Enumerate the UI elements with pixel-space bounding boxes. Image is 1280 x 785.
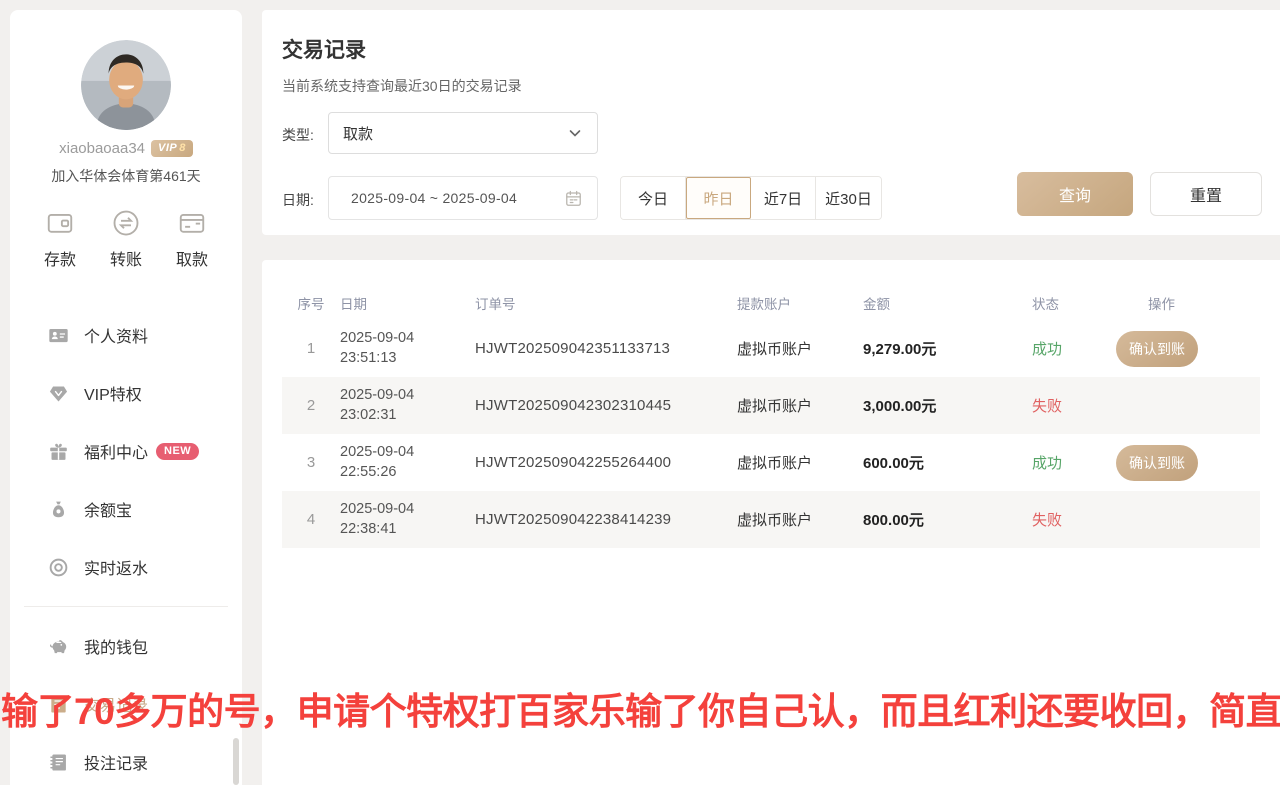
cell-order-number: HJWT202509042302310445 (475, 397, 737, 414)
bank-card-icon (174, 208, 210, 238)
sidebar-item-transaction-records[interactable]: 交易记录 (10, 675, 242, 733)
cell-withdraw-account: 虚拟币账户 (737, 395, 863, 416)
col-header-no: 序号 (282, 293, 340, 313)
cell-order-number: HJWT202509042255264400 (475, 454, 737, 471)
sidebar-item-vip[interactable]: VIP特权 (10, 364, 242, 422)
sidebar-item-rebate[interactable]: 实时返水 (10, 538, 242, 596)
date-range-value: 2025-09-04 ~ 2025-09-04 (351, 190, 564, 206)
col-header-amount: 金额 (863, 293, 1032, 313)
username: xiaobaoaa34 (59, 140, 145, 157)
cell-order-number: HJWT202509042238414239 (475, 511, 737, 528)
type-label: 类型: (282, 125, 314, 145)
sidebar-item-benefits[interactable]: 福利中心 NEW (10, 422, 242, 480)
quick-date-today[interactable]: 今日 (621, 177, 686, 219)
type-select-value: 取款 (343, 123, 567, 144)
id-card-icon (48, 325, 69, 346)
cell-date: 2025-09-0423:51:13 (340, 329, 475, 368)
gift-icon (48, 441, 69, 462)
sidebar: xiaobaoaa34 VIP8 加入华体会体育第461天 存款 转账 (10, 10, 242, 785)
table-row: 1 2025-09-0423:51:13 HJWT202509042351133… (282, 320, 1260, 377)
gem-icon (48, 383, 69, 404)
profile-section: xiaobaoaa34 VIP8 加入华体会体育第461天 (10, 10, 242, 186)
quick-date-30days[interactable]: 近30日 (816, 177, 881, 219)
filter-card: 交易记录 当前系统支持查询最近30日的交易记录 类型: 取款 日期: 2025-… (262, 10, 1280, 235)
menu-divider (24, 606, 228, 607)
table-row: 4 2025-09-0422:38:41 HJWT202509042238414… (282, 491, 1260, 548)
new-badge: NEW (156, 443, 199, 460)
cell-withdraw-account: 虚拟币账户 (737, 509, 863, 530)
sidebar-item-wallet[interactable]: 我的钱包 (10, 617, 242, 675)
col-header-action: 操作 (1148, 293, 1260, 313)
quick-date-7days[interactable]: 近7日 (751, 177, 816, 219)
cell-action: 确认到账 (1148, 331, 1260, 367)
calendar-icon (564, 189, 583, 208)
query-button[interactable]: 查询 (1017, 172, 1133, 216)
wallet-icon (42, 208, 78, 238)
sidebar-item-bet-records[interactable]: 投注记录 (10, 733, 242, 785)
transaction-records-icon (48, 694, 69, 715)
bet-records-icon (48, 752, 69, 773)
table-header-row: 序号 日期 订单号 提款账户 金额 状态 操作 (282, 286, 1260, 320)
cell-no: 1 (282, 340, 340, 357)
quick-date-yesterday[interactable]: 昨日 (686, 177, 751, 219)
cell-amount: 9,279.00元 (863, 338, 1032, 359)
transfer-button[interactable]: 转账 (94, 208, 158, 270)
cell-no: 2 (282, 397, 340, 414)
cell-withdraw-account: 虚拟币账户 (737, 338, 863, 359)
confirm-arrival-button[interactable]: 确认到账 (1116, 445, 1198, 481)
scrollbar-thumb[interactable] (233, 738, 239, 785)
reset-button[interactable]: 重置 (1150, 172, 1262, 216)
date-range-input[interactable]: 2025-09-04 ~ 2025-09-04 (328, 176, 598, 220)
cell-status: 失败 (1032, 509, 1148, 530)
cell-amount: 800.00元 (863, 509, 1032, 530)
cell-no: 3 (282, 454, 340, 471)
quick-date-group: 今日 昨日 近7日 近30日 (620, 176, 882, 220)
transfer-icon (108, 208, 144, 238)
avatar (81, 40, 171, 130)
rebate-icon (48, 557, 69, 578)
cell-date: 2025-09-0423:02:31 (340, 386, 475, 425)
quick-actions: 存款 转账 取款 (10, 186, 242, 270)
col-header-order: 订单号 (475, 293, 737, 313)
date-label: 日期: (282, 190, 314, 210)
cell-order-number: HJWT202509042351133713 (475, 340, 737, 357)
sidebar-item-yuebao[interactable]: 余额宝 (10, 480, 242, 538)
screen: xiaobaoaa34 VIP8 加入华体会体育第461天 存款 转账 (0, 0, 1280, 785)
piggy-bank-icon (48, 636, 69, 657)
cell-withdraw-account: 虚拟币账户 (737, 452, 863, 473)
money-bag-icon (48, 499, 69, 520)
sidebar-menu: 个人资料 VIP特权 福利中心 NEW (10, 306, 242, 785)
cell-date: 2025-09-0422:55:26 (340, 443, 475, 482)
deposit-button[interactable]: 存款 (28, 208, 92, 270)
sidebar-item-profile[interactable]: 个人资料 (10, 306, 242, 364)
confirm-arrival-button[interactable]: 确认到账 (1116, 331, 1198, 367)
page-subtitle: 当前系统支持查询最近30日的交易记录 (282, 76, 522, 96)
vip-badge: VIP8 (151, 140, 193, 157)
table-body: 1 2025-09-0423:51:13 HJWT202509042351133… (282, 320, 1260, 548)
col-header-date: 日期 (340, 293, 475, 313)
col-header-status: 状态 (1032, 293, 1148, 313)
join-days-text: 加入华体会体育第461天 (10, 166, 242, 186)
table-row: 3 2025-09-0422:55:26 HJWT202509042255264… (282, 434, 1260, 491)
table-row: 2 2025-09-0423:02:31 HJWT202509042302310… (282, 377, 1260, 434)
type-select[interactable]: 取款 (328, 112, 598, 154)
cell-date: 2025-09-0422:38:41 (340, 500, 475, 539)
cell-amount: 600.00元 (863, 452, 1032, 473)
cell-status: 失败 (1032, 395, 1148, 416)
col-header-account: 提款账户 (737, 293, 863, 313)
page-title: 交易记录 (282, 34, 366, 64)
records-table: 序号 日期 订单号 提款账户 金额 状态 操作 1 2025-09-0423:5… (262, 260, 1280, 785)
cell-amount: 3,000.00元 (863, 395, 1032, 416)
cell-no: 4 (282, 511, 340, 528)
chevron-down-icon (567, 125, 583, 141)
cell-action: 确认到账 (1148, 445, 1260, 481)
withdraw-button[interactable]: 取款 (160, 208, 224, 270)
